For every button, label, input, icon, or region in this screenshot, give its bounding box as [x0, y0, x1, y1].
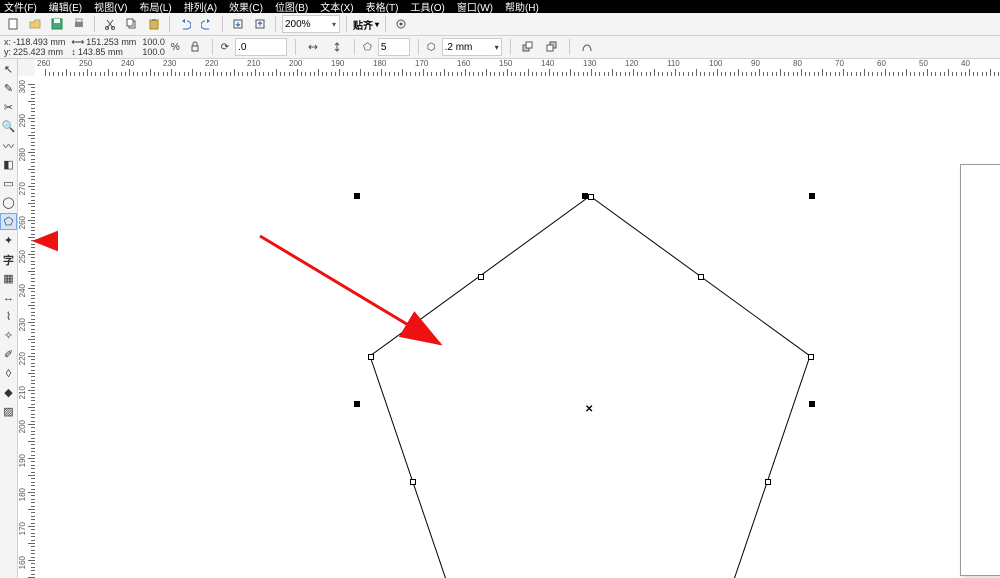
dimension-tool[interactable]: ↔ [0, 289, 17, 306]
outline-width-input[interactable]: ▾ [442, 38, 502, 56]
percent-label: % [171, 42, 180, 53]
print-button[interactable] [70, 15, 88, 33]
menu-table[interactable]: 表格(T) [366, 0, 399, 14]
ellipse-tool[interactable]: ◯ [0, 194, 17, 211]
to-back-button[interactable] [543, 38, 561, 56]
shape-tool[interactable]: ✎ [0, 80, 17, 97]
new-button[interactable] [4, 15, 22, 33]
save-button[interactable] [48, 15, 66, 33]
ruler-tick-label: 170 [415, 59, 428, 68]
ruler-tick-label: 160 [457, 59, 470, 68]
ruler-tick-label: 150 [499, 59, 512, 68]
zoom-level[interactable]: ▾ [282, 15, 340, 33]
zoom-tool[interactable]: 🔍 [0, 118, 17, 135]
convert-curves-button[interactable] [578, 38, 596, 56]
ruler-tick-label: 100 [709, 59, 722, 68]
freehand-tool[interactable]: 〰 [0, 137, 17, 154]
menu-tools[interactable]: 工具(O) [410, 0, 444, 14]
drawing-canvas[interactable]: ✕ [35, 76, 1000, 578]
rectangle-tool[interactable]: ▭ [0, 175, 17, 192]
ruler-tick-label: 110 [667, 59, 680, 68]
export-button[interactable] [251, 15, 269, 33]
ruler-tick-label: 190 [331, 59, 344, 68]
scale-readout: 100.0 100.0 [142, 37, 165, 57]
horizontal-ruler[interactable]: 2602502402302202102001901801701601501401… [35, 59, 1000, 77]
rotation-input[interactable] [235, 38, 287, 56]
import-button[interactable] [229, 15, 247, 33]
ruler-tick-label: 90 [751, 59, 760, 68]
menu-layout[interactable]: 布局(L) [139, 0, 171, 14]
open-button[interactable] [26, 15, 44, 33]
ruler-tick-label: 250 [79, 59, 92, 68]
menu-arrange[interactable]: 排列(A) [184, 0, 217, 14]
toolbox: ↖ ✎ ✂ 🔍 〰 ◧ ▭ ◯ ⬠ ✦ 字 ▦ ↔ ⌇ ✧ ✐ ◊ ◆ ▨ [0, 59, 18, 578]
pick-tool[interactable]: ↖ [0, 61, 17, 78]
outline-tool[interactable]: ◊ [0, 365, 17, 382]
crop-tool[interactable]: ✂ [0, 99, 17, 116]
ruler-tick-label: 80 [793, 59, 802, 68]
copy-button[interactable] [123, 15, 141, 33]
menu-bar: 文件(F) 编辑(E) 视图(V) 布局(L) 排列(A) 效果(C) 位图(B… [0, 0, 1000, 13]
property-bar: x:-118.493 mm y:225.423 mm ⟷151.253 mm ↕… [0, 36, 1000, 59]
ruler-tick-label: 40 [961, 59, 970, 68]
width-icon: ⟷ [71, 37, 84, 47]
chevron-down-icon[interactable]: ▾ [493, 43, 501, 52]
cut-button[interactable] [101, 15, 119, 33]
undo-button[interactable] [176, 15, 194, 33]
ruler-tick-label: 230 [163, 59, 176, 68]
redo-button[interactable] [198, 15, 216, 33]
mirror-v-button[interactable] [328, 38, 346, 56]
menu-text[interactable]: 文本(X) [320, 0, 353, 14]
work-area: ↖ ✎ ✂ 🔍 〰 ◧ ▭ ◯ ⬠ ✦ 字 ▦ ↔ ⌇ ✧ ✐ ◊ ◆ ▨ 26… [0, 59, 1000, 578]
chevron-down-icon: ▾ [375, 20, 379, 29]
standard-toolbar: ▾ 贴齐 ▾ [0, 13, 1000, 36]
rotate-icon: ⟳ [221, 42, 229, 53]
smart-fill-tool[interactable]: ◧ [0, 156, 17, 173]
basic-shapes-tool[interactable]: ✦ [0, 232, 17, 249]
ruler-tick-label: 70 [835, 59, 844, 68]
mirror-h-button[interactable] [304, 38, 322, 56]
effects-tool[interactable]: ✧ [0, 327, 17, 344]
sides-input[interactable] [378, 38, 410, 56]
canvas-area: 2602502402302202102001901801701601501401… [18, 59, 1000, 578]
zoom-dropdown[interactable]: ▾ [329, 20, 339, 29]
interactive-fill-tool[interactable]: ▨ [0, 403, 17, 420]
snap-label[interactable]: 贴齐 ▾ [353, 17, 379, 32]
table-tool[interactable]: ▦ [0, 270, 17, 287]
to-front-button[interactable] [519, 38, 537, 56]
menu-edit[interactable]: 编辑(E) [49, 0, 82, 14]
eyedropper-tool[interactable]: ✐ [0, 346, 17, 363]
outline-icon: ⬡ [427, 42, 436, 53]
ruler-tick-label: 60 [877, 59, 886, 68]
ruler-tick-label: 240 [121, 59, 134, 68]
height-icon: ↕ [71, 47, 76, 57]
menu-bitmap[interactable]: 位图(B) [275, 0, 308, 14]
ruler-tick-label: 220 [205, 59, 218, 68]
polygon-tool[interactable]: ⬠ [0, 213, 17, 230]
menu-window[interactable]: 窗口(W) [457, 0, 493, 14]
options-button[interactable] [392, 15, 410, 33]
ruler-tick-label: 210 [247, 59, 260, 68]
lock-ratio-button[interactable] [186, 38, 204, 56]
paste-button[interactable] [145, 15, 163, 33]
ruler-tick-label: 200 [289, 59, 302, 68]
menu-view[interactable]: 视图(V) [94, 0, 127, 14]
text-tool[interactable]: 字 [0, 251, 17, 268]
annotation-arrow-2 [18, 59, 58, 578]
ruler-tick-label: 130 [583, 59, 596, 68]
sides-icon: ⬠ [363, 42, 372, 53]
position-readout: x:-118.493 mm y:225.423 mm [4, 37, 65, 57]
menu-help[interactable]: 帮助(H) [505, 0, 539, 14]
zoom-input[interactable] [283, 17, 329, 31]
size-readout: ⟷151.253 mm ↕143.85 mm [71, 37, 136, 57]
ruler-tick-label: 140 [541, 59, 554, 68]
fill-tool[interactable]: ◆ [0, 384, 17, 401]
menu-file[interactable]: 文件(F) [4, 0, 37, 14]
annotation-arrow-1 [35, 76, 1000, 578]
connector-tool[interactable]: ⌇ [0, 308, 17, 325]
menu-effects[interactable]: 效果(C) [229, 0, 263, 14]
ruler-tick-label: 120 [625, 59, 638, 68]
ruler-tick-label: 50 [919, 59, 928, 68]
ruler-tick-label: 180 [373, 59, 386, 68]
